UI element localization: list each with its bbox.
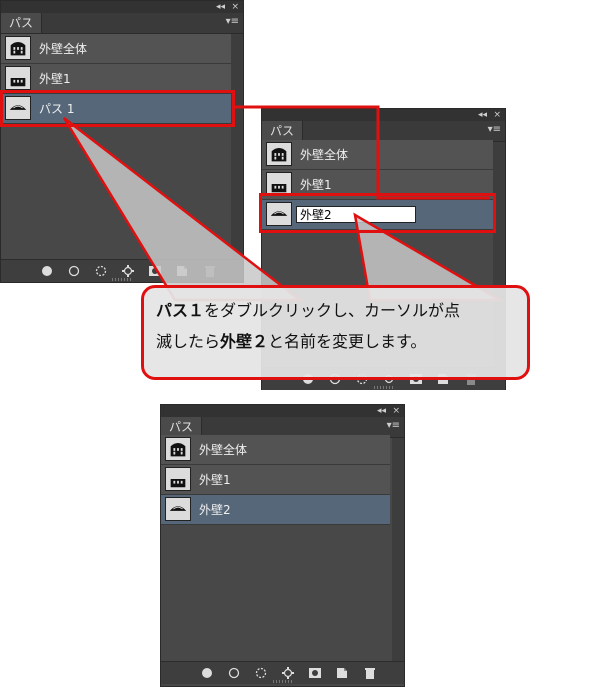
path-name: 外壁全体 (300, 148, 349, 162)
tab-paths[interactable]: パス (161, 417, 203, 437)
make-work-path-icon[interactable] (122, 265, 134, 277)
highlight-box-path1 (0, 90, 235, 127)
fill-path-icon[interactable] (201, 667, 213, 679)
panel-bottom-toolbar (1, 259, 243, 282)
close-icon[interactable]: × (231, 1, 239, 13)
close-icon[interactable]: × (392, 405, 400, 417)
collapse-icon[interactable]: ◂◂ (216, 1, 225, 13)
callout-text: と名前を変更します。 (268, 332, 427, 351)
tab-paths[interactable]: パス (262, 121, 304, 141)
path-name: 外壁全体 (39, 42, 88, 56)
trash-icon[interactable] (364, 667, 376, 679)
path-name: 外壁2 (199, 503, 231, 517)
panel-titlebar: ◂◂ × (1, 1, 243, 13)
make-work-path-icon[interactable] (282, 667, 294, 679)
load-selection-icon[interactable] (255, 667, 267, 679)
instruction-callout: パス１をダブルクリックし、カーソルが点 滅したら外壁２と名前を変更します。 (141, 285, 530, 380)
path-thumbnail-icon (5, 36, 31, 60)
panel-tab-row: パス ▾≡ (1, 13, 243, 34)
stroke-path-icon[interactable] (68, 265, 80, 277)
path-thumbnail-icon (5, 66, 31, 90)
path-name: 外壁1 (199, 473, 231, 487)
callout-text: 滅したら (156, 332, 221, 351)
path-name: 外壁全体 (199, 443, 248, 457)
stroke-path-icon[interactable] (228, 667, 240, 679)
path-row-full-wall[interactable]: 外壁全体 (161, 435, 390, 465)
collapse-icon[interactable]: ◂◂ (478, 109, 487, 121)
callout-bold-path1: パス１ (156, 301, 205, 320)
scrollbar[interactable] (231, 34, 243, 259)
path-thumbnail-icon (165, 467, 191, 491)
add-mask-icon[interactable] (149, 265, 161, 277)
panel-menu-icon[interactable]: ▾≡ (387, 420, 400, 432)
close-icon[interactable]: × (493, 109, 501, 121)
panel-bottom-toolbar (161, 661, 404, 684)
new-path-icon[interactable] (176, 265, 188, 277)
path-row-full-wall[interactable]: 外壁全体 (262, 140, 493, 170)
collapse-icon[interactable]: ◂◂ (377, 405, 386, 417)
path-row-wall1[interactable]: 外壁1 (161, 465, 390, 495)
resize-grip[interactable] (373, 386, 394, 389)
path-thumbnail-icon (165, 437, 191, 461)
path-thumbnail-icon (266, 142, 292, 166)
resize-grip[interactable] (112, 278, 132, 281)
paths-panel-step3: ◂◂ × パス ▾≡ 外壁全体 外壁1 外壁2 (160, 404, 405, 687)
resize-grip[interactable] (272, 680, 293, 683)
panel-tab-row: パス ▾≡ (262, 121, 505, 142)
callout-bold-wall2: 外壁２ (220, 332, 269, 351)
highlight-box-editing (259, 193, 496, 233)
callout-text: をダブルクリックし、カーソルが点 (204, 301, 461, 320)
tab-paths[interactable]: パス (1, 13, 43, 33)
panel-menu-icon[interactable]: ▾≡ (226, 16, 239, 28)
panel-titlebar: ◂◂ × (161, 405, 404, 417)
path-thumbnail-icon (165, 497, 191, 521)
load-selection-icon[interactable] (95, 265, 107, 277)
scrollbar[interactable] (392, 438, 404, 663)
fill-path-icon[interactable] (41, 265, 53, 277)
panel-titlebar: ◂◂ × (262, 109, 505, 121)
path-row-wall2[interactable]: 外壁2 (161, 495, 390, 525)
panel-menu-icon[interactable]: ▾≡ (488, 124, 501, 136)
new-path-icon[interactable] (336, 667, 348, 679)
path-row-full-wall[interactable]: 外壁全体 (1, 34, 231, 64)
add-mask-icon[interactable] (309, 667, 321, 679)
trash-icon[interactable] (204, 265, 216, 277)
paths-panel-step1: ◂◂ × パス ▾≡ 外壁全体 外壁1 パス 1 (0, 0, 244, 283)
